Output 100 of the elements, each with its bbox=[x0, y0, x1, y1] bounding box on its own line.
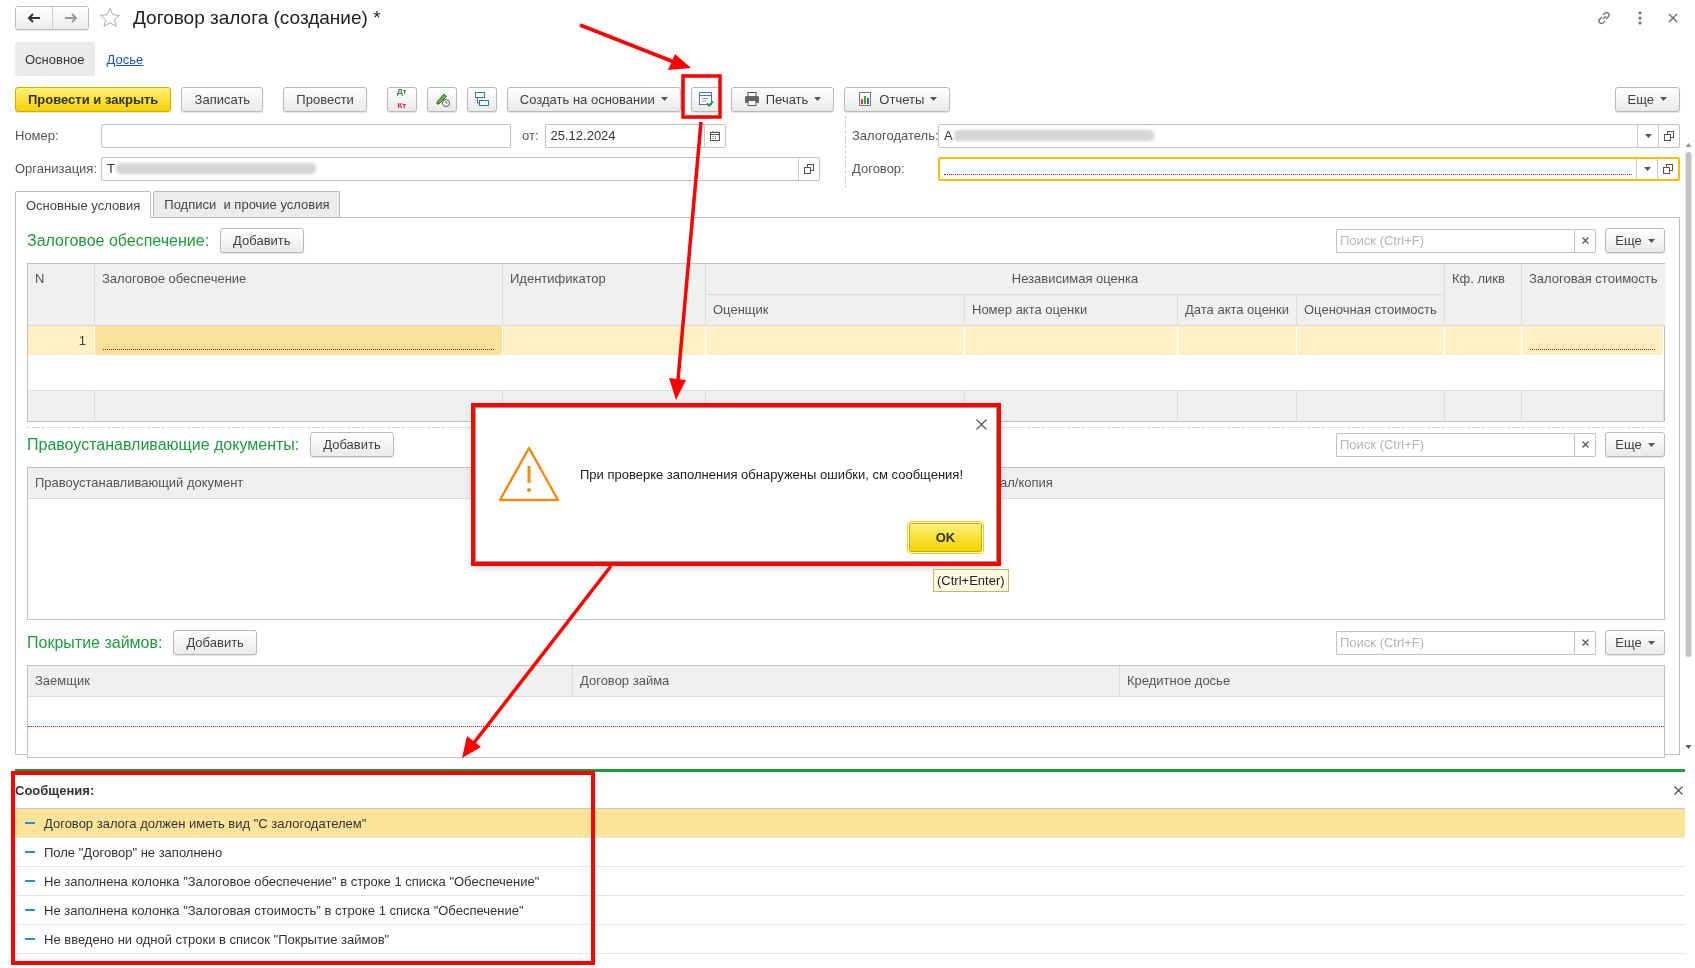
back-button[interactable] bbox=[16, 7, 52, 29]
caret-icon bbox=[930, 97, 938, 101]
messages-title: Сообщения: bbox=[15, 782, 95, 798]
calendar-icon bbox=[709, 130, 720, 141]
open-window-icon bbox=[1663, 163, 1673, 174]
close-icon[interactable] bbox=[976, 419, 987, 430]
message-text: Не заполнена колонка "Залоговое обеспечение" в строке 1 списка "Обеспечение" bbox=[44, 873, 540, 889]
caret-icon bbox=[1644, 133, 1652, 138]
close-icon bbox=[1668, 13, 1678, 23]
icon-button[interactable] bbox=[426, 86, 457, 112]
message-item[interactable]: Поле "Договор" не заполнено bbox=[15, 838, 1685, 867]
printer-icon bbox=[743, 91, 760, 107]
field-label: Номер: bbox=[15, 128, 60, 143]
section-title: Правоустанавливающие документы: bbox=[27, 435, 300, 454]
highlight-frame bbox=[681, 74, 722, 119]
link[interactable]: Досье bbox=[106, 42, 144, 76]
warning-icon bbox=[498, 446, 560, 502]
contract-field[interactable] bbox=[938, 156, 1680, 181]
message-text: Поле "Договор" не заполнено bbox=[44, 844, 223, 860]
search-field[interactable]: Поиск (Ctrl+F) bbox=[1336, 630, 1574, 655]
arrow-left-icon bbox=[27, 13, 41, 23]
caret-icon bbox=[814, 97, 822, 101]
more-menu-button[interactable]: Еще bbox=[1605, 630, 1665, 655]
window-title: Договор залога (создание) * bbox=[133, 7, 381, 29]
message-text: Не введено ни одной строки в список "Покрытие займов" bbox=[44, 931, 390, 947]
clear-button[interactable] bbox=[1574, 432, 1596, 457]
add-button[interactable]: Добавить bbox=[220, 228, 304, 253]
search-field[interactable]: Поиск (Ctrl+F) bbox=[1336, 432, 1574, 457]
column-header[interactable]: Залоговое обеспечение bbox=[95, 264, 503, 326]
tab[interactable]: Основное bbox=[15, 42, 95, 76]
column-group-header: Независимая оценка bbox=[706, 264, 1445, 295]
menu-button[interactable]: Печать bbox=[730, 86, 835, 112]
post-and-close-button[interactable]: Провести и закрыть bbox=[15, 86, 172, 112]
column-header[interactable]: Залоговая стоимость bbox=[1522, 264, 1665, 326]
add-button[interactable]: Добавить bbox=[173, 630, 257, 655]
column-header[interactable]: Кф. ликв bbox=[1445, 264, 1522, 326]
ok-button[interactable]: OK bbox=[909, 523, 982, 552]
star-icon[interactable] bbox=[99, 7, 121, 29]
column-header[interactable]: Идентификатор bbox=[503, 264, 706, 326]
column-header[interactable]: Оценщик bbox=[706, 295, 965, 326]
organization-field[interactable]: Т bbox=[101, 156, 820, 181]
table-cell: 1 bbox=[28, 326, 95, 355]
link-icon bbox=[1596, 10, 1612, 26]
document-check-icon bbox=[697, 91, 714, 107]
report-icon bbox=[857, 91, 874, 107]
more-menu-button[interactable]: Еще bbox=[1605, 432, 1665, 457]
caret-icon bbox=[1647, 640, 1655, 645]
scrollbar[interactable] bbox=[1684, 140, 1693, 752]
date-field[interactable]: 25.12.2024 bbox=[544, 123, 726, 148]
toolbar-button[interactable]: Провести bbox=[283, 86, 367, 112]
add-button[interactable]: Добавить bbox=[310, 432, 394, 457]
hierarchy-icon bbox=[473, 91, 490, 107]
dash-icon bbox=[25, 851, 35, 853]
menu-button[interactable]: Отчеты bbox=[844, 86, 951, 112]
more-menu-button[interactable]: Еще bbox=[1605, 228, 1665, 253]
column-header[interactable]: Заемщик bbox=[28, 666, 573, 697]
icon-button[interactable] bbox=[690, 86, 721, 112]
caret-icon bbox=[1647, 238, 1655, 243]
column-header[interactable]: Договор займа bbox=[573, 666, 1120, 697]
number-field[interactable] bbox=[101, 123, 511, 148]
column-header[interactable]: Дата акта оценки bbox=[1178, 295, 1297, 326]
close-icon[interactable] bbox=[1674, 785, 1683, 795]
menu-button[interactable]: Создать на основании bbox=[506, 86, 681, 112]
message-item[interactable]: Договор залога должен иметь вид "С залогодателем" bbox=[15, 809, 1685, 838]
toolbar-button[interactable]: Записать bbox=[181, 86, 264, 112]
dash-icon bbox=[25, 880, 35, 882]
message-item[interactable]: Не заполнена колонка "Залоговая стоимость" в строке 1 списка "Обеспечение" bbox=[15, 896, 1685, 925]
clear-button[interactable] bbox=[1574, 228, 1596, 253]
open-window-icon bbox=[1664, 130, 1674, 141]
more-menu-button[interactable]: Еще bbox=[1614, 86, 1680, 112]
section-title: Покрытие займов: bbox=[27, 633, 163, 652]
debit-credit-button[interactable]: Дт Кт bbox=[386, 86, 417, 112]
clear-icon bbox=[1581, 237, 1589, 244]
caret-icon bbox=[1660, 97, 1667, 101]
pen-clock-icon bbox=[433, 91, 450, 107]
caret-icon bbox=[660, 97, 668, 101]
arrow-right-icon bbox=[63, 13, 78, 23]
kebab-menu-icon bbox=[1638, 11, 1642, 25]
column-header[interactable]: Оценочная стоимость bbox=[1297, 295, 1445, 326]
field-label: от: bbox=[522, 128, 539, 143]
dash-icon bbox=[25, 938, 35, 940]
message-item[interactable]: Не заполнена колонка "Залоговое обеспечение" в строке 1 списка "Обеспечение" bbox=[15, 867, 1685, 896]
column-header[interactable]: Номер акта оценки bbox=[965, 295, 1178, 326]
clear-icon bbox=[1581, 441, 1589, 448]
message-item[interactable]: Не введено ни одной строки в список "Покрытие займов" bbox=[15, 925, 1685, 954]
dash-icon bbox=[25, 822, 35, 824]
field-label: Залогодатель: bbox=[852, 128, 938, 143]
tab[interactable]: Основные условия bbox=[15, 191, 152, 218]
column-header[interactable]: N bbox=[28, 264, 95, 326]
search-field[interactable]: Поиск (Ctrl+F) bbox=[1336, 228, 1574, 253]
icon-button[interactable] bbox=[466, 86, 497, 112]
column-header[interactable]: Кредитное досье bbox=[1120, 666, 1664, 697]
clear-icon bbox=[1581, 639, 1589, 646]
dialog-message: При проверке заполнения обнаружены ошибки, см сообщения! bbox=[580, 466, 963, 482]
dash-icon bbox=[25, 909, 35, 911]
pledger-field[interactable]: А bbox=[938, 123, 1680, 148]
tab[interactable]: Подписи и прочие условия bbox=[153, 191, 341, 217]
field-label: Организация: bbox=[15, 161, 99, 176]
clear-button[interactable] bbox=[1574, 630, 1596, 655]
message-text: Договор залога должен иметь вид "С залогодателем" bbox=[44, 815, 367, 831]
